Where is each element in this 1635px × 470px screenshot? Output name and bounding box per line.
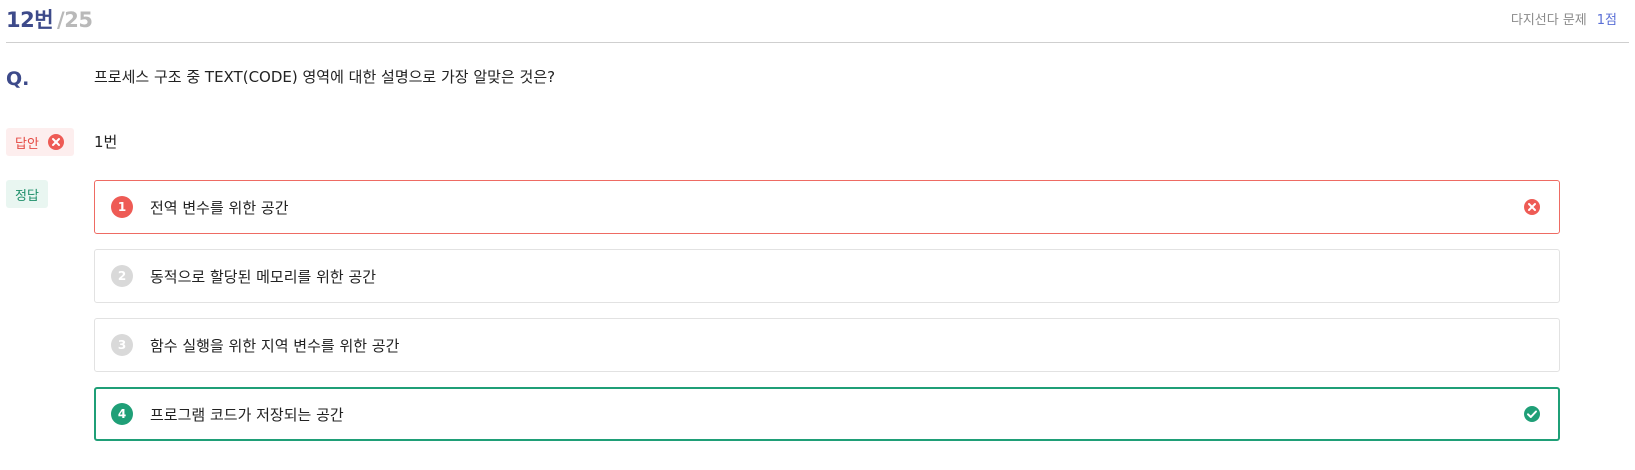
- question-number-current: 12번: [6, 8, 54, 32]
- option-number: 3: [111, 334, 133, 356]
- correct-answer-label: 정답: [15, 188, 39, 204]
- option-number: 1: [111, 196, 133, 218]
- question-label: Q.: [6, 68, 30, 90]
- option-text: 함수 실행을 위한 지역 변수를 위한 공간: [150, 337, 400, 355]
- option-number: 2: [111, 265, 133, 287]
- option-3[interactable]: 3 함수 실행을 위한 지역 변수를 위한 공간: [94, 318, 1560, 372]
- question-points: 1점: [1596, 13, 1617, 28]
- correct-answer-badge: 정답: [6, 180, 48, 208]
- my-answer-label: 답안: [15, 136, 39, 152]
- check-circle-icon: [1523, 405, 1541, 423]
- option-text: 전역 변수를 위한 공간: [150, 199, 289, 217]
- question-header: 12번/25 다지선다 문제 1점: [6, 0, 1629, 43]
- question-number: 12번/25: [6, 4, 93, 34]
- question-type: 다지선다 문제: [1510, 13, 1587, 28]
- question-text: 프로세스 구조 중 TEXT(CODE) 영역에 대한 설명으로 가장 알맞은 …: [94, 68, 556, 86]
- x-circle-icon: [1523, 198, 1541, 216]
- option-text: 동적으로 할당된 메모리를 위한 공간: [150, 268, 377, 286]
- question-meta: 다지선다 문제 1점: [1511, 9, 1617, 28]
- option-1[interactable]: 1 전역 변수를 위한 공간: [94, 180, 1560, 234]
- my-answer-value: 1번: [94, 133, 118, 151]
- my-answer-badge: 답안: [6, 128, 74, 156]
- x-circle-icon: [47, 133, 65, 151]
- option-4[interactable]: 4 프로그램 코드가 저장되는 공간: [94, 387, 1560, 441]
- option-number: 4: [111, 403, 133, 425]
- question-number-total: /25: [57, 8, 93, 32]
- option-text: 프로그램 코드가 저장되는 공간: [150, 406, 344, 424]
- option-2[interactable]: 2 동적으로 할당된 메모리를 위한 공간: [94, 249, 1560, 303]
